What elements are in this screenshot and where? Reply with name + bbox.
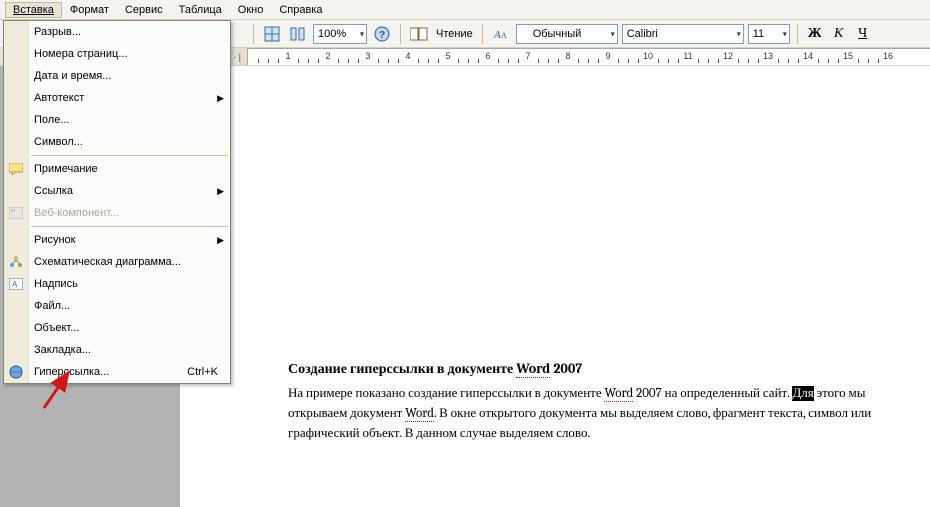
menu-item-break[interactable]: Разрыв... [4, 21, 230, 43]
styles-pane-button[interactable]: AA [490, 23, 512, 45]
separator [482, 24, 483, 44]
zoom-value: 100% [318, 28, 346, 40]
doc-heading: Создание гиперссылки в документе Word 20… [288, 360, 912, 378]
diagram-icon [8, 254, 24, 270]
menu-item-reference[interactable]: Ссылка▶ [4, 180, 230, 202]
underline-button[interactable]: Ч [853, 24, 873, 44]
ruler-number: 14 [803, 51, 813, 61]
doc-paragraph: На примере показано создание гиперссылки… [288, 384, 912, 444]
menu-tools[interactable]: Сервис [117, 2, 171, 18]
font-select[interactable]: Calibri ▾ [622, 24, 744, 44]
menu-item-comment[interactable]: Примечание [4, 158, 230, 180]
bold-button[interactable]: Ж [805, 24, 825, 44]
dropdown-arrow-icon: ▾ [611, 29, 615, 38]
ruler-number: 4 [405, 51, 410, 61]
web-component-icon [8, 205, 24, 221]
svg-text:A: A [501, 31, 507, 40]
insert-menu-dropdown: Разрыв... Номера страниц... Дата и время… [3, 20, 231, 384]
table-grid-button[interactable] [261, 23, 283, 45]
ruler-number: 6 [485, 51, 490, 61]
ruler-number: 15 [843, 51, 853, 61]
submenu-arrow-icon: ▶ [217, 93, 224, 104]
dropdown-arrow-icon: ▾ [360, 29, 364, 38]
ruler-number: 5 [445, 51, 450, 61]
menu-item-object[interactable]: Объект... [4, 317, 230, 339]
ruler-number: 1 [285, 51, 290, 61]
ruler-scale[interactable]: 12345678910111213141516 [248, 48, 930, 65]
menu-item-picture[interactable]: Рисунок▶ [4, 229, 230, 251]
svg-text:?: ? [379, 30, 385, 41]
menu-item-date-time[interactable]: Дата и время... [4, 65, 230, 87]
ruler-number: 10 [643, 51, 653, 61]
zoom-select[interactable]: 100% ▾ [313, 24, 367, 44]
reading-layout-button[interactable] [408, 23, 430, 45]
svg-text:A: A [12, 280, 18, 289]
dropdown-arrow-icon: ▾ [737, 29, 741, 38]
menubar: Вставка Формат Сервис Таблица Окно Справ… [0, 0, 930, 20]
menu-item-symbol[interactable]: Символ... [4, 131, 230, 153]
svg-text:A: A [493, 29, 501, 41]
menu-table[interactable]: Таблица [171, 2, 230, 18]
ruler-number: 3 [365, 51, 370, 61]
columns-button[interactable] [287, 23, 309, 45]
menu-item-web-component: Веб-компонент... [4, 202, 230, 224]
separator [253, 24, 254, 44]
style-value: Обычный [533, 28, 582, 40]
separator [400, 24, 401, 44]
menu-item-textbox[interactable]: A Надпись [4, 273, 230, 295]
menu-separator [31, 226, 228, 227]
menu-item-bookmark[interactable]: Закладка... [4, 339, 230, 361]
submenu-arrow-icon: ▶ [217, 235, 224, 246]
submenu-arrow-icon: ▶ [217, 186, 224, 197]
textbox-icon: A [8, 276, 24, 292]
italic-button[interactable]: К [829, 24, 849, 44]
ruler-number: 11 [683, 51, 692, 61]
font-size-select[interactable]: 11 ▾ [748, 24, 790, 44]
ruler-number: 13 [763, 51, 773, 61]
shortcut-label: Ctrl+K [187, 366, 218, 378]
menu-help[interactable]: Справка [271, 2, 330, 18]
document-page[interactable]: Создание гиперссылки в документе Word 20… [180, 66, 930, 507]
ruler-number: 9 [605, 51, 610, 61]
font-value: Calibri [627, 28, 658, 40]
style-select[interactable]: Обычный ▾ [516, 24, 618, 44]
menu-item-page-numbers[interactable]: Номера страниц... [4, 43, 230, 65]
menu-item-field[interactable]: Поле... [4, 109, 230, 131]
ruler-number: 8 [565, 51, 570, 61]
comment-icon [8, 161, 24, 177]
menu-insert[interactable]: Вставка [5, 2, 62, 18]
reading-label: Чтение [434, 28, 475, 40]
dropdown-arrow-icon: ▾ [783, 29, 787, 38]
menu-item-file[interactable]: Файл... [4, 295, 230, 317]
ruler-number: 7 [525, 51, 530, 61]
ruler-number: 2 [325, 51, 330, 61]
selected-text: Для [792, 386, 813, 401]
menu-item-diagram[interactable]: Схематическая диаграмма... [4, 251, 230, 273]
menu-item-hyperlink[interactable]: Гиперссылка... Ctrl+K [4, 361, 230, 383]
separator [797, 24, 798, 44]
size-value: 11 [753, 28, 764, 40]
hyperlink-icon [8, 364, 24, 380]
ruler-number: 16 [883, 51, 893, 61]
menu-window[interactable]: Окно [230, 2, 272, 18]
menu-item-autotext[interactable]: Автотекст▶ [4, 87, 230, 109]
help-button[interactable]: ? [371, 23, 393, 45]
menu-format[interactable]: Формат [62, 2, 117, 18]
menu-separator [31, 155, 228, 156]
ruler-number: 12 [723, 51, 733, 61]
